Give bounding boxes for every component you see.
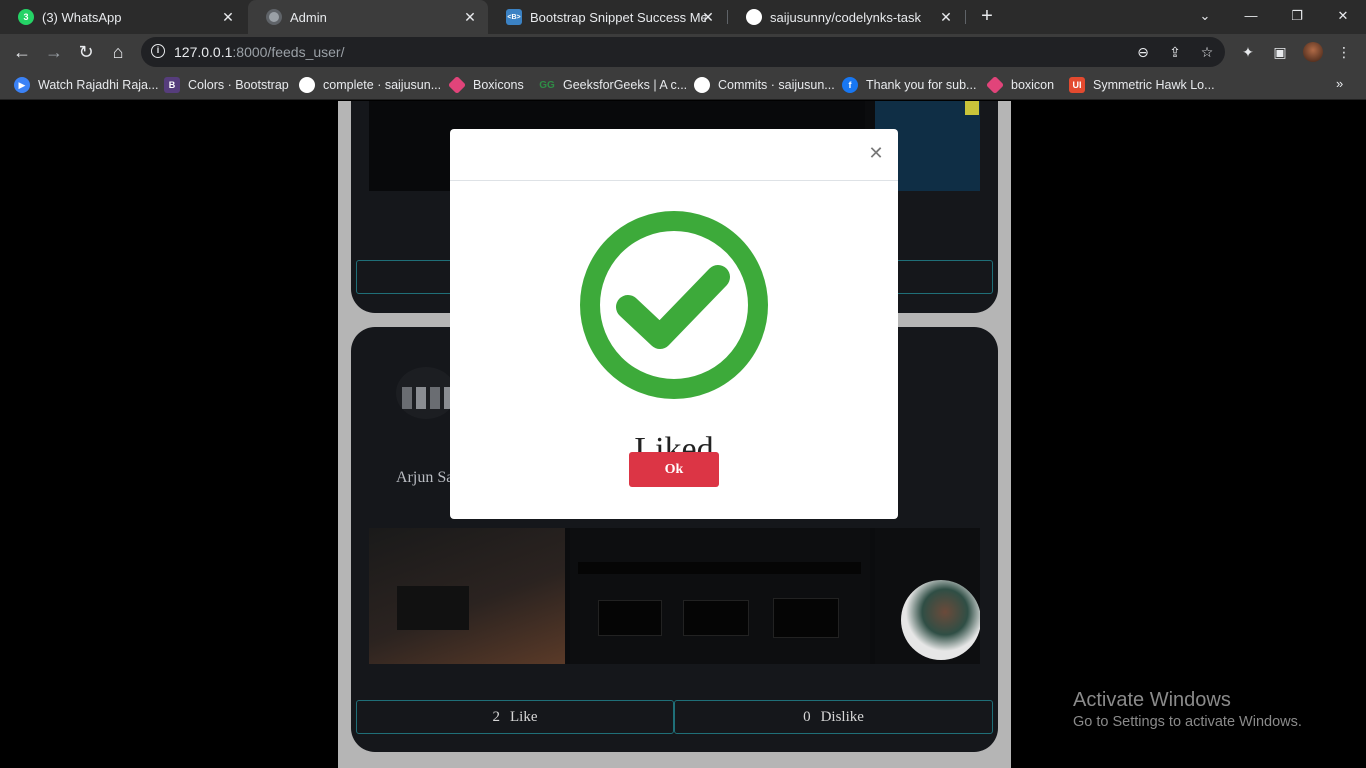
bookmark-label: Commits · saijusun... [718, 78, 835, 92]
share-icon[interactable]: ⇪ [1165, 42, 1185, 62]
bookmark-label: Watch Rajadhi Raja... [38, 78, 159, 92]
bookmark-item[interactable]: Boxicons [447, 75, 524, 95]
post-author: Arjun Sa [396, 469, 454, 486]
restore-button[interactable]: ❐ [1286, 5, 1308, 27]
bookmark-label: boxicon [1011, 78, 1055, 92]
bookmark-item[interactable]: f Thank you for sub... [842, 76, 976, 94]
tab-search-icon[interactable]: ⌄ [1194, 5, 1216, 27]
post-image [369, 528, 980, 664]
success-modal: ✕ Liked Ok [450, 129, 898, 519]
bookmark-item[interactable]: complete · saijusun... [299, 76, 441, 94]
bookmark-label: complete · saijusun... [323, 78, 442, 92]
bookmarks-overflow-icon[interactable]: » [1336, 76, 1343, 91]
bookmark-label: Colors · Bootstrap [188, 78, 289, 92]
tab-admin[interactable]: Admin ✕ [248, 0, 488, 34]
profile-avatar[interactable] [1303, 42, 1323, 62]
forward-icon[interactable]: → [42, 40, 66, 64]
boxicons-icon [985, 75, 1005, 95]
bookmark-label: Thank you for sub... [866, 78, 977, 92]
address-bar[interactable]: i 127.0.0.1:8000/feeds_user/ ⊖ ⇪ ☆ [141, 37, 1225, 67]
reload-icon[interactable]: ↻ [74, 40, 98, 64]
like-button[interactable]: 2 Like [356, 700, 674, 734]
close-icon[interactable]: ✕ [220, 9, 236, 25]
home-icon[interactable]: ⌂ [106, 40, 130, 64]
side-panel-icon[interactable]: ▣ [1270, 42, 1290, 62]
tab-bootstrap-snippet[interactable]: <B> Bootstrap Snippet Success Message ✕ [488, 0, 726, 34]
play-icon: ▶ [14, 77, 30, 93]
geeksforgeeks-icon: GG [539, 79, 555, 91]
browser-toolbar: ← → ↻ ⌂ i 127.0.0.1:8000/feeds_user/ ⊖ ⇪… [0, 34, 1366, 70]
like-count: 2 [492, 708, 501, 725]
extensions-icon[interactable]: ✦ [1238, 42, 1258, 62]
profile-thumbnail [396, 367, 456, 419]
url-path: :8000/feeds_user/ [232, 44, 345, 60]
bookmark-label: Symmetric Hawk Lo... [1093, 78, 1215, 92]
close-icon[interactable]: ✕ [866, 143, 886, 163]
tab-title: Admin [290, 9, 327, 25]
back-icon[interactable]: ← [10, 40, 34, 64]
ok-button[interactable]: Ok [629, 452, 719, 487]
tab-title: saijusunny/codelynks-task [770, 9, 922, 25]
bookmark-star-icon[interactable]: ☆ [1197, 42, 1217, 62]
bookmarks-bar: ▶ Watch Rajadhi Raja... B Colors · Bootstr… [0, 70, 1366, 100]
github-icon [694, 77, 710, 93]
bookmark-item[interactable]: GG GeeksforGeeks | A c... [539, 76, 687, 94]
github-icon [746, 9, 762, 25]
new-tab-button[interactable]: + [976, 5, 998, 27]
close-icon[interactable]: ✕ [938, 9, 954, 25]
close-window-button[interactable]: ✕ [1332, 5, 1354, 27]
bookmark-label: GeeksforGeeks | A c... [563, 78, 688, 92]
menu-icon[interactable]: ⋮ [1334, 42, 1354, 62]
dislike-label: Dislike [820, 708, 864, 725]
bootstrap-icon: B [164, 77, 180, 93]
bookmark-item[interactable]: Commits · saijusun... [694, 76, 835, 94]
bookmark-item[interactable]: ▶ Watch Rajadhi Raja... [14, 76, 158, 94]
tab-github[interactable]: saijusunny/codelynks-task ✕ [728, 0, 964, 34]
url-text[interactable]: 127.0.0.1:8000/feeds_user/ [174, 44, 344, 60]
close-icon[interactable]: ✕ [462, 9, 478, 25]
ui-icon: UI [1069, 77, 1085, 93]
github-icon [299, 77, 315, 93]
bookmark-item[interactable]: UI Symmetric Hawk Lo... [1069, 76, 1215, 94]
bootstrap-snippet-icon: <B> [506, 9, 522, 25]
globe-icon [266, 9, 282, 25]
boxicons-icon [447, 75, 467, 95]
bookmark-item[interactable]: boxicon [985, 75, 1055, 95]
like-label: Like [510, 708, 538, 725]
modal-header: ✕ [450, 129, 898, 181]
tab-separator [965, 10, 966, 24]
tab-title: (3) WhatsApp [42, 9, 122, 25]
activation-watermark-title: Activate Windows [1073, 689, 1231, 711]
dislike-button[interactable]: 0 Dislike [674, 700, 993, 734]
dislike-count: 0 [803, 708, 811, 725]
bookmark-label: Boxicons [473, 78, 524, 92]
minimize-button[interactable]: — [1240, 5, 1262, 27]
site-info-icon[interactable]: i [151, 44, 165, 58]
page-viewport: Arjun Sa 2 Like 0 Dislike Activate Windo… [0, 101, 1366, 768]
zoom-icon[interactable]: ⊖ [1133, 42, 1153, 62]
tab-title: Bootstrap Snippet Success Message [530, 9, 706, 25]
close-icon[interactable]: ✕ [700, 9, 716, 25]
check-circle-icon [580, 211, 768, 399]
tab-whatsapp[interactable]: 3 (3) WhatsApp ✕ [0, 0, 246, 34]
tab-strip: 3 (3) WhatsApp ✕ Admin ✕ <B> Bootstrap S… [0, 0, 1366, 34]
activation-watermark-text: Go to Settings to activate Windows. [1073, 714, 1302, 730]
facebook-icon: f [842, 77, 858, 93]
whatsapp-icon: 3 [18, 9, 34, 25]
bookmark-item[interactable]: B Colors · Bootstrap [164, 76, 289, 94]
url-host: 127.0.0.1 [174, 44, 233, 60]
